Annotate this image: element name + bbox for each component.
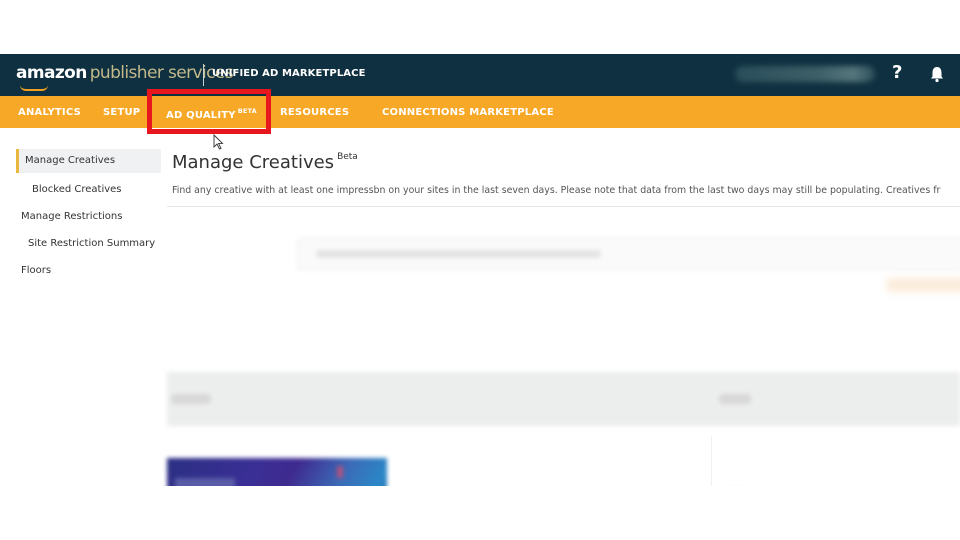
sidebar-item-site-restriction-summary[interactable]: Site Restriction Summary bbox=[16, 230, 161, 257]
sidebar-item-manage-restrictions[interactable]: Manage Restrictions bbox=[16, 203, 161, 230]
sidebar-item-floors[interactable]: Floors bbox=[16, 257, 161, 284]
nav-connections-label: CONNECTIONS MARKETPLACE bbox=[382, 107, 554, 118]
creative-thumbnail[interactable] bbox=[167, 458, 387, 486]
amazon-publisher-services-logo[interactable]: amazon publisher services bbox=[16, 63, 234, 91]
nav-analytics[interactable]: ANALYTICS bbox=[18, 107, 81, 118]
product-name: UNIFIED AD MARKETPLACE bbox=[212, 68, 366, 79]
search-input[interactable] bbox=[297, 238, 960, 270]
page-title: Manage Creatives Beta bbox=[172, 152, 358, 173]
page-description: Find any creative with at least one impr… bbox=[172, 185, 941, 196]
main-nav: ANALYTICS SETUP AD QUALITY BETA RESOURCES… bbox=[0, 96, 960, 128]
search-button[interactable] bbox=[887, 278, 960, 292]
brand-bold: amazon bbox=[16, 63, 87, 83]
account-menu[interactable] bbox=[735, 66, 875, 82]
thumbnail-block bbox=[175, 478, 235, 486]
sidebar: Manage Creatives Blocked Creatives Manag… bbox=[16, 149, 161, 284]
page-title-text: Manage Creatives bbox=[172, 152, 335, 173]
column-divider bbox=[711, 436, 712, 486]
section-divider bbox=[167, 206, 960, 207]
nav-analytics-label: ANALYTICS bbox=[18, 107, 81, 118]
top-header: amazon publisher services UNIFIED AD MAR… bbox=[0, 54, 960, 96]
app-window: amazon publisher services UNIFIED AD MAR… bbox=[0, 54, 960, 486]
column-header-creative bbox=[171, 394, 211, 404]
main-content: Manage Creatives Beta Find any creative w… bbox=[167, 128, 960, 486]
search-placeholder bbox=[316, 250, 601, 258]
table-header bbox=[167, 372, 960, 426]
thumbnail-accent bbox=[337, 466, 343, 478]
sidebar-item-manage-creatives[interactable]: Manage Creatives bbox=[16, 149, 161, 173]
column-header-details bbox=[719, 394, 751, 404]
nav-resources[interactable]: RESOURCES bbox=[280, 107, 349, 118]
nav-setup-label: SETUP bbox=[103, 107, 141, 118]
amazon-smile-icon bbox=[20, 85, 48, 91]
title-beta-badge: Beta bbox=[337, 152, 358, 162]
header-divider bbox=[203, 64, 204, 86]
nav-connections-marketplace[interactable]: CONNECTIONS MARKETPLACE bbox=[382, 107, 554, 118]
nav-resources-label: RESOURCES bbox=[280, 107, 350, 118]
sidebar-item-blocked-creatives[interactable]: Blocked Creatives bbox=[16, 176, 161, 203]
help-icon[interactable]: ? bbox=[892, 62, 902, 83]
bell-icon[interactable] bbox=[928, 65, 946, 83]
nav-setup[interactable]: SETUP bbox=[103, 107, 140, 118]
